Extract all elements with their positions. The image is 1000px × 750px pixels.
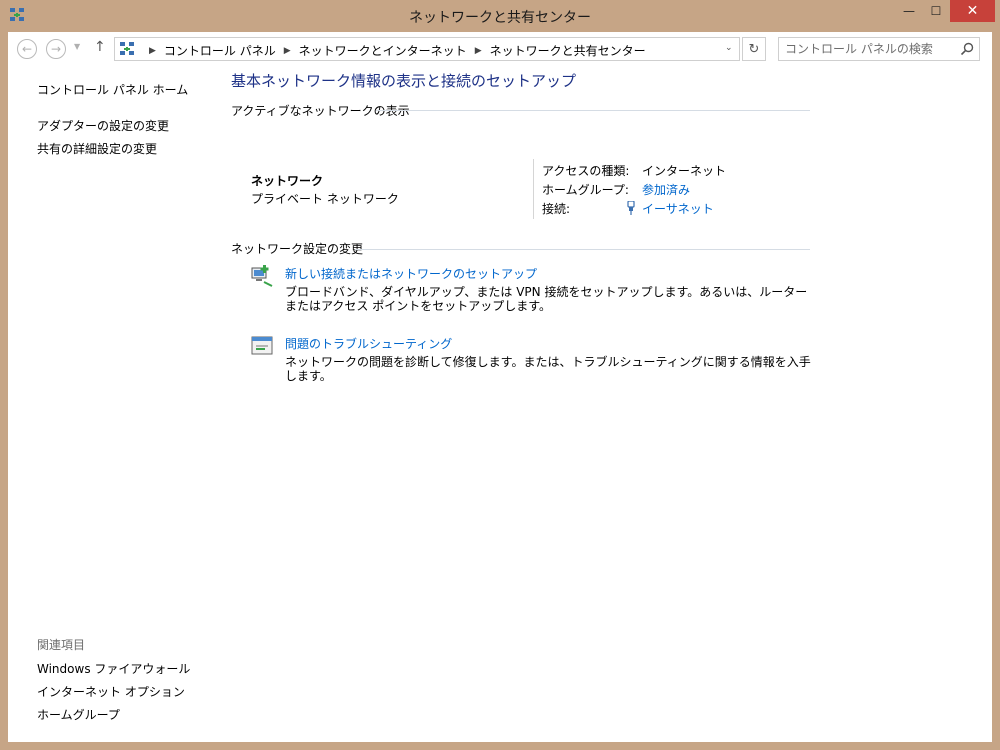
address-bar[interactable]: ▶ コントロール パネル ▶ ネットワークとインターネット ▶ ネットワークと共… [114, 37, 740, 61]
homegroup-status-link[interactable]: 参加済み [642, 181, 690, 198]
back-button[interactable]: ← [17, 39, 37, 59]
up-button[interactable]: ↑ [94, 39, 106, 55]
close-icon: ✕ [966, 3, 979, 19]
breadcrumb-network-sharing-center[interactable]: ネットワークと共有センター [490, 42, 646, 59]
address-dropdown-button[interactable]: ⌄ [725, 43, 733, 53]
homegroup-label: ホームグループ: [542, 183, 629, 197]
navigation-bar: ← → ▼ ↑ ▶ コントロール パネル ▶ ネットワークとインターネット ▶ … [8, 32, 992, 66]
change-settings-heading: ネットワーク設定の変更 [231, 242, 364, 256]
new-connection-icon [251, 265, 273, 287]
breadcrumb-separator-icon[interactable]: ▶ [284, 46, 291, 56]
maximize-icon: ☐ [930, 4, 942, 18]
network-category: プライベート ネットワーク [251, 192, 399, 206]
search-box[interactable] [778, 37, 980, 61]
recent-locations-button[interactable]: ▼ [74, 42, 80, 51]
title-bar[interactable]: ネットワークと共有センター — ☐ ✕ [0, 0, 1000, 32]
access-type-value: インターネット [642, 164, 727, 178]
troubleshoot-problems-link[interactable]: 問題のトラブルシューティング [285, 335, 452, 352]
breadcrumb-separator-icon[interactable]: ▶ [149, 46, 156, 56]
troubleshoot-problems-description: ネットワークの問題を診断して修復します。または、トラブルシューティングに関する情… [285, 355, 811, 383]
setup-new-connection-link[interactable]: 新しい接続またはネットワークのセットアップ [285, 265, 537, 282]
search-input[interactable] [785, 41, 955, 57]
divider [376, 110, 810, 111]
back-arrow-icon: ← [21, 42, 33, 56]
divider [533, 159, 534, 219]
setup-new-connection-description: ブロードバンド、ダイヤルアップ、または VPN 接続をセットアップします。あるい… [285, 285, 808, 313]
connections-label: 接続: [542, 202, 571, 216]
related-heading: 関連項目 [37, 638, 86, 652]
forward-arrow-icon: → [50, 42, 62, 56]
network-name: ネットワーク [251, 174, 324, 188]
window: ネットワークと共有センター — ☐ ✕ ← → ▼ ↑ ▶ コントロール パネル… [0, 0, 1000, 750]
breadcrumb-control-panel[interactable]: コントロール パネル [164, 42, 276, 59]
homegroup-link[interactable]: ホームグループ [37, 706, 120, 723]
ethernet-icon [627, 201, 635, 215]
up-arrow-icon: ↑ [94, 39, 106, 55]
window-title: ネットワークと共有センター [409, 10, 591, 26]
close-button[interactable]: ✕ [950, 0, 995, 22]
minimize-icon: — [903, 4, 915, 18]
breadcrumb-network-internet[interactable]: ネットワークとインターネット [299, 42, 467, 59]
maximize-button[interactable]: ☐ [923, 0, 949, 22]
ethernet-connection-link[interactable]: イーサネット [642, 200, 714, 217]
network-center-icon [120, 42, 134, 55]
breadcrumb: ▶ コントロール パネル ▶ ネットワークとインターネット ▶ ネットワークと共… [141, 42, 646, 59]
change-advanced-sharing-link[interactable]: 共有の詳細設定の変更 [37, 140, 157, 157]
page-title: 基本ネットワーク情報の表示と接続のセットアップ [231, 72, 577, 90]
refresh-icon: ↻ [748, 41, 760, 57]
breadcrumb-separator-icon[interactable]: ▶ [475, 46, 482, 56]
change-adapter-settings-link[interactable]: アダプターの設定の変更 [37, 117, 169, 134]
control-panel-home-link[interactable]: コントロール パネル ホーム [37, 81, 188, 98]
left-pane: コントロール パネル ホーム アダプターの設定の変更 共有の詳細設定の変更 関連… [8, 66, 213, 742]
forward-button[interactable]: → [46, 39, 66, 59]
divider [355, 249, 810, 250]
troubleshoot-icon [251, 336, 273, 355]
search-icon[interactable] [959, 41, 975, 57]
chevron-down-icon: ▼ [74, 42, 81, 51]
internet-options-link[interactable]: インターネット オプション [37, 683, 185, 700]
client-area: ← → ▼ ↑ ▶ コントロール パネル ▶ ネットワークとインターネット ▶ … [8, 32, 992, 742]
windows-firewall-link[interactable]: Windows ファイアウォール [37, 660, 190, 677]
access-type-label: アクセスの種類: [542, 164, 630, 178]
refresh-button[interactable]: ↻ [742, 37, 766, 61]
minimize-button[interactable]: — [896, 0, 922, 22]
